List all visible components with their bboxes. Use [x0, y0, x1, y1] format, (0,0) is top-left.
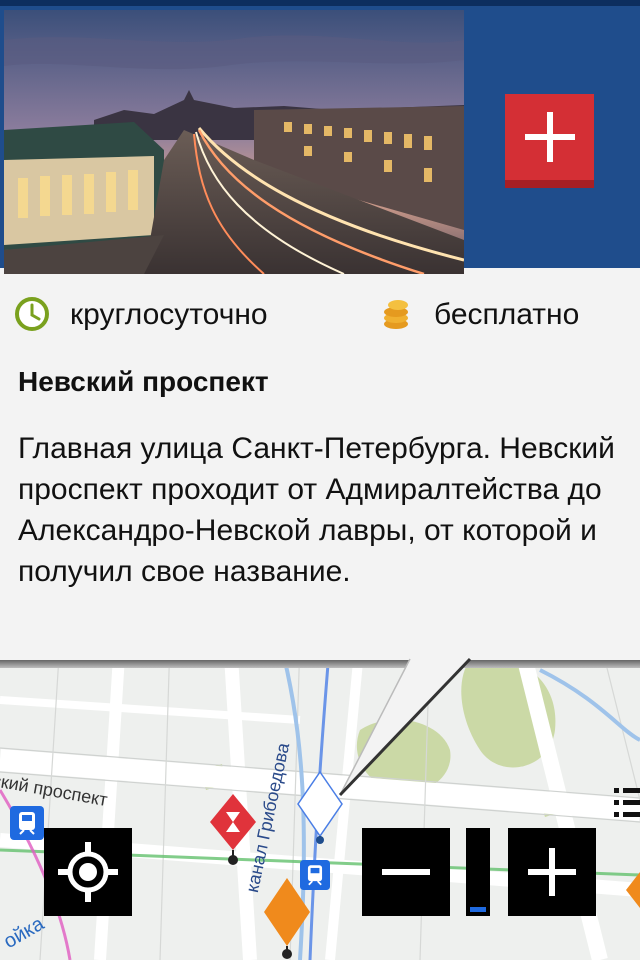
list-icon[interactable]	[614, 786, 640, 831]
opening-hours: круглосуточно	[70, 298, 268, 331]
place-info-card: круглосуточно бесплатно Невский проспект…	[0, 0, 640, 662]
metro-icon[interactable]	[10, 806, 44, 845]
place-meta-row: круглосуточно бесплатно	[0, 282, 640, 342]
minus-icon	[382, 869, 430, 875]
clock-icon	[14, 296, 50, 337]
plus-icon	[525, 112, 575, 162]
zoom-out-button[interactable]	[362, 828, 450, 916]
app-screen: ский проспект канал Грибоедова ойка круг…	[0, 0, 640, 960]
plus-icon	[528, 848, 576, 896]
zoom-in-button[interactable]	[508, 828, 596, 916]
map-pin-orange[interactable]	[264, 878, 310, 960]
map-pin-orange[interactable]	[626, 872, 640, 917]
entry-price: бесплатно	[434, 298, 580, 331]
zoom-level-slider[interactable]	[466, 828, 490, 916]
place-photo	[4, 10, 464, 274]
crosshair-icon	[58, 842, 118, 902]
place-title: Невский проспект	[18, 366, 269, 397]
zoom-level-fill	[470, 907, 486, 912]
map-pin-red[interactable]	[210, 794, 256, 871]
add-button[interactable]	[505, 94, 594, 188]
callout-pointer	[310, 655, 480, 810]
card-header	[0, 0, 640, 274]
locate-me-button[interactable]	[44, 828, 132, 916]
place-description: Главная улица Санкт-Петербурга. Невский …	[18, 432, 615, 588]
coins-icon	[380, 296, 414, 337]
